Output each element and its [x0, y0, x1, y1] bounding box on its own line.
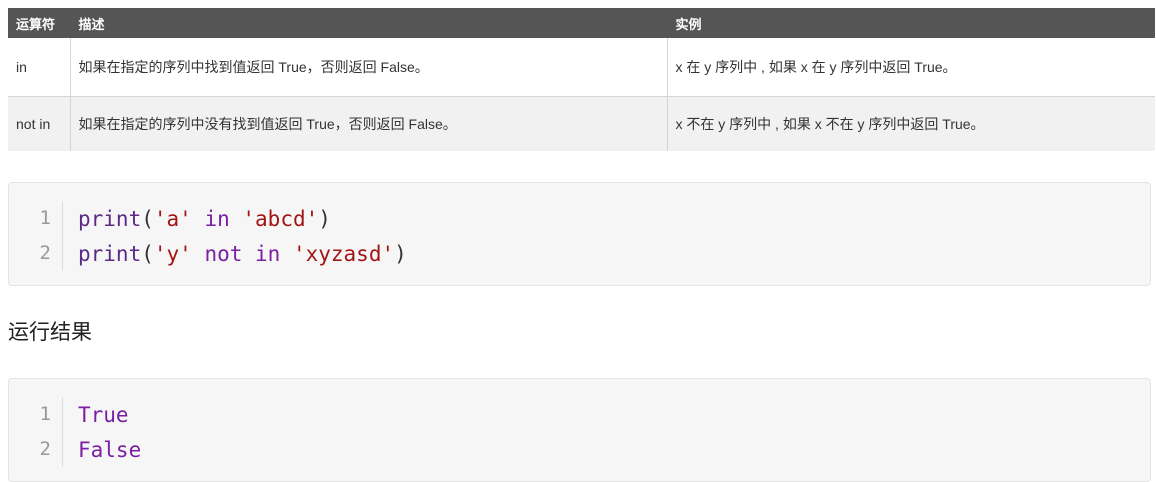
line-number: 1: [19, 397, 63, 432]
code-string: 'y': [153, 241, 192, 266]
cell-description: 如果在指定的序列中没有找到值返回 True，否则返回 False。: [70, 96, 668, 151]
cell-operator: not in: [8, 96, 71, 151]
line-number: 2: [19, 432, 63, 467]
code-function: print: [78, 241, 142, 266]
code-paren-close: ): [394, 241, 407, 266]
code-string: 'abcd': [242, 206, 319, 231]
code-line: 1 print('a' in 'abcd'): [9, 201, 1150, 236]
output-line: 1 True: [9, 397, 1150, 432]
code-string: 'xyzasd': [292, 241, 395, 266]
code-text: print('y' not in 'xyzasd'): [63, 242, 407, 266]
output-text: True: [78, 402, 129, 427]
table-row: not in 如果在指定的序列中没有找到值返回 True，否则返回 False。…: [8, 96, 1155, 151]
code-line: 2 print('y' not in 'xyzasd'): [9, 236, 1150, 271]
output-line: 2 False: [9, 432, 1150, 467]
table-row: in 如果在指定的序列中找到值返回 True，否则返回 False。 x 在 y…: [8, 38, 1155, 97]
table-header-row: 运算符 描述 实例: [8, 8, 1155, 38]
output-text: False: [78, 437, 142, 462]
cell-description: 如果在指定的序列中找到值返回 True，否则返回 False。: [70, 38, 668, 97]
header-description: 描述: [70, 8, 668, 38]
code-paren-open: (: [141, 206, 154, 231]
header-example: 实例: [667, 8, 1155, 38]
cell-example: x 不在 y 序列中 , 如果 x 不在 y 序列中返回 True。: [667, 96, 1155, 151]
code-snippet-block[interactable]: 1 print('a' in 'abcd') 2 print('y' not i…: [8, 182, 1151, 286]
code-paren-open: (: [141, 241, 154, 266]
operator-table: 运算符 描述 实例 in 如果在指定的序列中找到值返回 True，否则返回 Fa…: [8, 8, 1155, 151]
code-text: print('a' in 'abcd'): [63, 207, 331, 231]
code-string: 'a': [153, 206, 192, 231]
line-number: 2: [19, 236, 63, 271]
output-block[interactable]: 1 True 2 False: [8, 378, 1151, 482]
code-paren-close: ): [318, 206, 331, 231]
code-function: print: [78, 206, 142, 231]
header-operator: 运算符: [8, 8, 71, 38]
cell-operator: in: [8, 38, 71, 97]
code-keyword: in: [191, 206, 243, 231]
line-number: 1: [19, 201, 63, 236]
cell-example: x 在 y 序列中 , 如果 x 在 y 序列中返回 True。: [667, 38, 1155, 97]
code-keyword: not in: [191, 241, 293, 266]
result-heading: 运行结果: [8, 320, 92, 344]
